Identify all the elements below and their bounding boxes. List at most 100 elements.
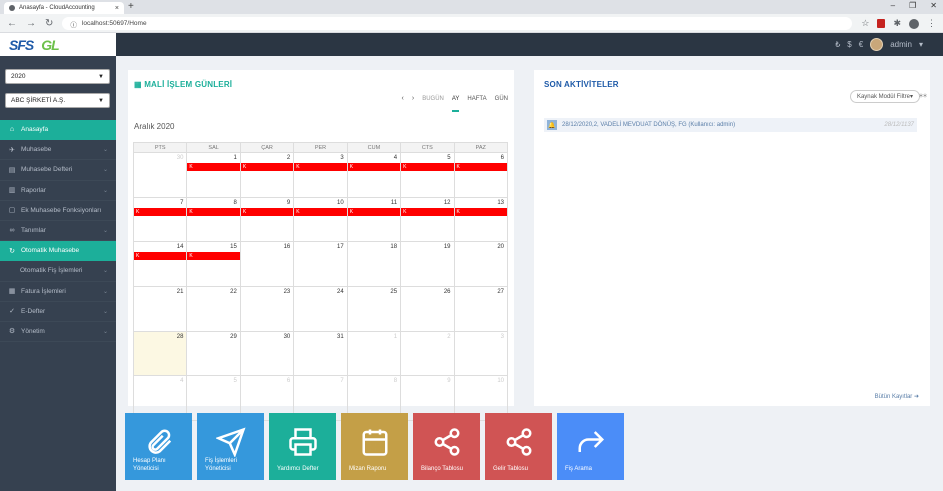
module-filter-select[interactable]: Kaynak Modül Filtre ▾ xyxy=(849,90,920,103)
calendar-day-cell[interactable]: 15 K xyxy=(186,241,241,288)
sidebar-item[interactable]: Otomatik Fiş İşlemleri ⌄ xyxy=(0,261,116,282)
calendar-event[interactable]: K xyxy=(240,207,294,216)
shortcut-tile[interactable]: Yardımcı Defter xyxy=(269,413,336,480)
sidebar-item[interactable]: ▤ Muhasebe Defteri ⌄ xyxy=(0,160,116,181)
chevron-down-icon[interactable]: ▾ xyxy=(919,40,923,49)
star-icon[interactable]: ☆ xyxy=(861,18,869,29)
calendar-day-cell[interactable]: 31 xyxy=(293,330,348,377)
shortcut-tile[interactable]: Fiş Arama xyxy=(557,413,624,480)
sidebar-item[interactable]: ⚙ Yönetim ⌄ xyxy=(0,322,116,343)
currency-usd[interactable]: $ xyxy=(847,40,851,49)
pdf-extension-icon[interactable] xyxy=(877,19,886,28)
calendar-day-cell[interactable]: 21 xyxy=(132,286,188,332)
calendar-day-cell[interactable]: 6K xyxy=(453,152,509,198)
calendar-event[interactable]: K xyxy=(294,207,347,216)
calendar-event[interactable]: K xyxy=(401,163,454,171)
sidebar-item[interactable]: ⌂ Anasayfa xyxy=(0,120,116,141)
forward-icon[interactable]: → xyxy=(26,18,36,29)
maximize-icon[interactable]: ❐ xyxy=(909,1,916,10)
calendar-event[interactable]: K xyxy=(347,207,401,216)
company-select[interactable]: ABC ŞİRKETİ A.Ş. ▼ xyxy=(5,93,110,108)
user-name[interactable]: admin xyxy=(890,40,912,49)
calendar-day-cell[interactable]: 3 xyxy=(453,330,509,377)
calendar-day-cell[interactable]: 2K xyxy=(239,152,295,198)
calendar-day-cell[interactable]: 29 xyxy=(186,330,241,377)
calendar-day-cell[interactable]: 22 xyxy=(186,286,241,332)
calendar-day-cell[interactable]: 14 K xyxy=(132,241,188,288)
calendar-day-cell[interactable]: 24 xyxy=(293,286,348,332)
calendar-day-cell[interactable]: 8K xyxy=(186,196,241,243)
more-icon[interactable]: ⁎⁎ xyxy=(919,90,927,99)
activity-item[interactable]: 🔔 28/12/2020,2, VADELİ MEVDUAT DÖNÜŞ, FG… xyxy=(544,118,917,132)
reload-icon[interactable]: ↻ xyxy=(45,18,53,29)
back-icon[interactable]: ← xyxy=(7,18,17,29)
shortcut-tile[interactable]: Gelir Tablosu xyxy=(485,413,552,480)
view-month-button[interactable]: AY xyxy=(451,96,460,112)
calendar-day-cell[interactable]: 30 xyxy=(239,330,295,377)
sidebar-item[interactable]: ↻ Otomatik Muhasebe xyxy=(0,241,116,262)
close-window-icon[interactable]: ✕ xyxy=(930,1,937,10)
calendar-day-cell[interactable]: 16 xyxy=(239,241,295,288)
calendar-event[interactable]: K xyxy=(401,207,454,216)
calendar-day-cell[interactable]: 23 xyxy=(239,286,295,332)
sidebar-item[interactable]: ▢ Ek Muhasebe Fonksiyonları xyxy=(0,201,116,221)
calendar-event[interactable]: K xyxy=(454,163,507,171)
calendar-day-cell[interactable]: 20 xyxy=(453,241,509,288)
new-tab-icon[interactable]: + xyxy=(128,1,134,12)
account-icon[interactable] xyxy=(909,18,919,29)
calendar-day-cell[interactable]: 1 xyxy=(346,330,402,377)
minimize-icon[interactable]: – xyxy=(891,1,895,10)
calendar-day-cell[interactable]: 26 xyxy=(400,286,455,332)
calendar-day-cell[interactable]: 5K xyxy=(400,152,455,198)
calendar-event[interactable]: K xyxy=(347,163,401,171)
sidebar-item[interactable]: ∞ Tanımlar ⌄ xyxy=(0,221,116,242)
app-logo[interactable]: SFS GL xyxy=(0,33,116,56)
calendar-event[interactable]: K xyxy=(187,207,240,216)
calendar-event[interactable]: K xyxy=(134,207,187,216)
all-records-link[interactable]: Bütün Kayıtlar ➜ xyxy=(875,393,919,400)
calendar-event[interactable]: K xyxy=(294,163,347,171)
calendar-day-cell[interactable]: 4K xyxy=(346,152,402,198)
url-field[interactable]: ⓘ localhost:50697/Home xyxy=(62,17,853,30)
shortcut-tile[interactable]: Fiş İşlemleri Yöneticisi xyxy=(197,413,264,480)
calendar-day-cell[interactable]: 11 K xyxy=(346,196,402,243)
calendar-day-cell[interactable]: 30 xyxy=(132,152,188,198)
calendar-day-cell[interactable]: 25 xyxy=(346,286,402,332)
calendar-day-cell[interactable]: 28 xyxy=(132,330,188,377)
calendar-day-cell[interactable]: 17 xyxy=(293,241,348,288)
menu-dots-icon[interactable]: ⋮ xyxy=(927,18,936,29)
sidebar-item[interactable]: ▥ Raporlar ⌄ xyxy=(0,181,116,201)
calendar-day-cell[interactable]: 9K xyxy=(239,196,295,243)
calendar-day-cell[interactable]: 13 K xyxy=(453,196,509,243)
sidebar-item[interactable]: ✓ E-Defter ⌄ xyxy=(0,302,116,322)
calendar-event[interactable]: K xyxy=(187,252,240,261)
calendar-day-cell[interactable]: 2 xyxy=(400,330,455,377)
calendar-day-cell[interactable]: 1K xyxy=(186,152,241,198)
calendar-day-cell[interactable]: 7K xyxy=(132,196,188,243)
currency-eur[interactable]: € xyxy=(859,40,863,49)
avatar[interactable] xyxy=(870,38,884,51)
calendar-event[interactable]: K xyxy=(240,163,294,171)
calendar-day-cell[interactable]: 10 K xyxy=(293,196,348,243)
puzzle-icon[interactable]: ✱ xyxy=(893,18,901,29)
close-tab-icon[interactable]: × xyxy=(115,5,119,12)
year-select[interactable]: 2020 ▼ xyxy=(5,69,110,84)
browser-tab[interactable]: Anasayfa - CloudAccounting × xyxy=(4,2,124,14)
view-week-button[interactable]: HAFTA xyxy=(467,96,486,102)
shortcut-tile[interactable]: Mizan Raporu xyxy=(341,413,408,480)
calendar-event[interactable]: K xyxy=(187,163,240,171)
calendar-day-cell[interactable]: 3K xyxy=(293,152,348,198)
sidebar-item[interactable]: ✈ Muhasebe ⌄ xyxy=(0,140,116,161)
today-button[interactable]: BUGÜN xyxy=(422,96,444,102)
shortcut-tile[interactable]: Hesap Planı Yöneticisi xyxy=(125,413,192,480)
calendar-day-cell[interactable]: 19 xyxy=(400,241,455,288)
calendar-day-cell[interactable]: 18 xyxy=(346,241,402,288)
sidebar-item[interactable]: ▦ Fatura İşlemleri ⌄ xyxy=(0,282,116,302)
calendar-day-cell[interactable]: 12 K xyxy=(400,196,455,243)
calendar-event[interactable]: K xyxy=(454,207,507,216)
next-month-icon[interactable]: › xyxy=(412,95,414,102)
calendar-event[interactable]: K xyxy=(134,252,187,261)
view-day-button[interactable]: GÜN xyxy=(495,96,508,102)
calendar-day-cell[interactable]: 27 xyxy=(453,286,509,332)
currency-try[interactable]: ₺ xyxy=(835,40,840,49)
